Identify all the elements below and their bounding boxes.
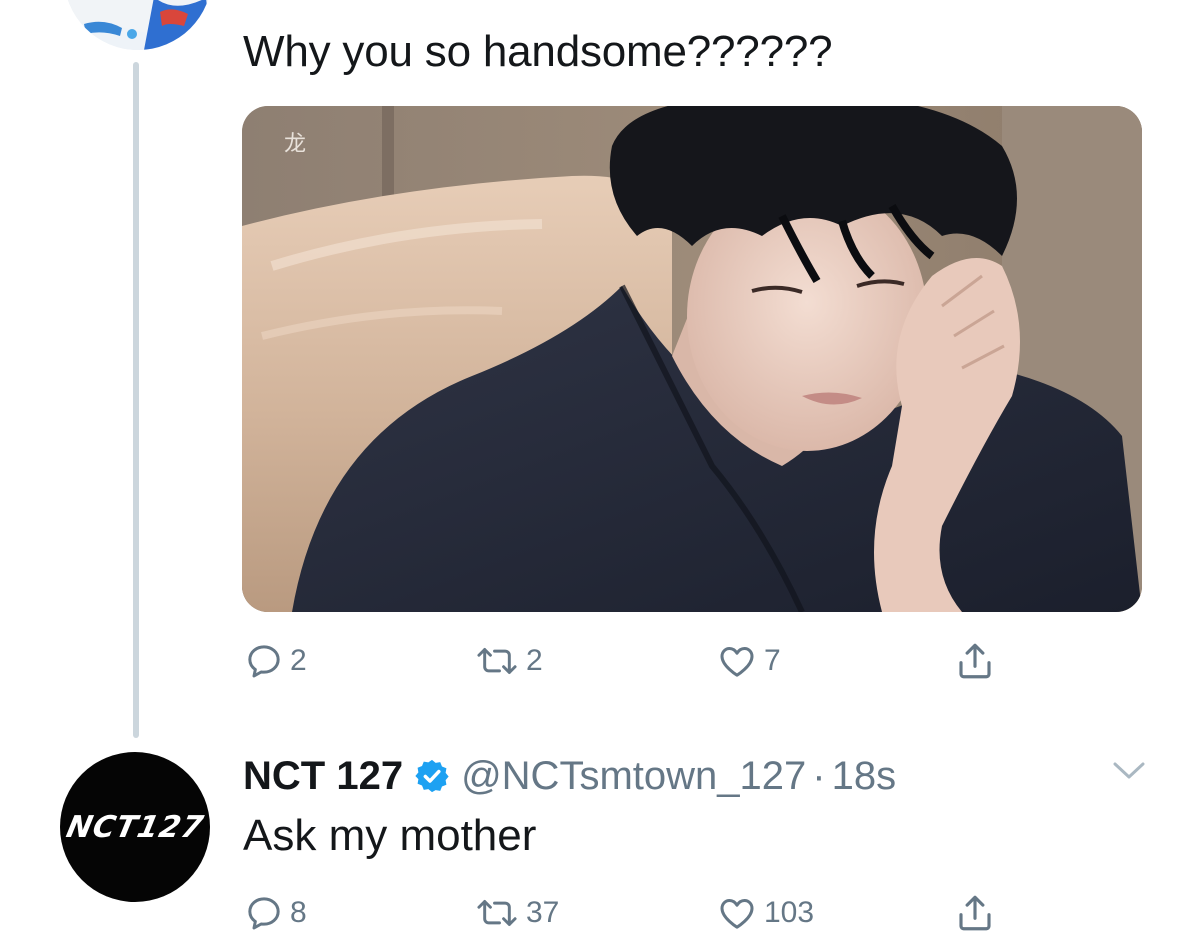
reply-icon — [244, 893, 284, 933]
tweet-photo[interactable]: 龙 — [242, 106, 1142, 612]
heart-icon — [716, 641, 758, 681]
retweet-button[interactable]: 37 — [474, 888, 559, 938]
user-handle[interactable]: @NCTsmtown_127 — [461, 754, 806, 799]
reply-button[interactable]: 8 — [244, 888, 307, 938]
like-button[interactable]: 7 — [716, 636, 781, 686]
retweet-button[interactable]: 2 — [474, 636, 543, 686]
reply-count: 8 — [290, 896, 307, 929]
share-button[interactable] — [954, 888, 996, 938]
reply-tweet-actions: 2 2 7 — [240, 636, 1020, 686]
author-tweet-actions: 8 37 103 — [240, 888, 1020, 938]
display-name[interactable]: NCT 127 — [243, 754, 403, 799]
nct127-avatar[interactable]: NCT127 — [60, 752, 210, 902]
reply-count: 2 — [290, 644, 307, 677]
tweet-timestamp[interactable]: 18s — [832, 754, 897, 799]
share-button[interactable] — [954, 636, 996, 686]
retweet-count: 37 — [526, 896, 560, 929]
chevron-down-icon[interactable] — [1111, 758, 1147, 782]
reply-author-avatar[interactable] — [64, 0, 212, 50]
share-icon — [954, 639, 996, 683]
thread-connector-line — [133, 62, 139, 738]
tweet-header: NCT 127 @NCTsmtown_127 · 18s — [243, 748, 896, 804]
like-count: 7 — [764, 644, 781, 677]
share-icon — [954, 891, 996, 935]
author-tweet-text: Ask my mother — [243, 811, 537, 860]
like-count: 103 — [764, 896, 815, 929]
avatar-logo-text: NCT127 — [63, 809, 207, 845]
retweet-count: 2 — [526, 644, 543, 677]
like-button[interactable]: 103 — [716, 888, 814, 938]
retweet-icon — [474, 893, 520, 933]
verified-badge-icon — [415, 759, 449, 793]
reply-tweet-text: Why you so handsome?????? — [243, 27, 833, 76]
reply-icon — [244, 641, 284, 681]
retweet-icon — [474, 641, 520, 681]
reply-button[interactable]: 2 — [244, 636, 307, 686]
photo-watermark: 龙 — [284, 132, 307, 157]
heart-icon — [716, 893, 758, 933]
tweet-thread: Why you so handsome?????? 龙 2 2 7 NCT127… — [0, 0, 1200, 939]
dot-separator: · — [812, 753, 826, 798]
